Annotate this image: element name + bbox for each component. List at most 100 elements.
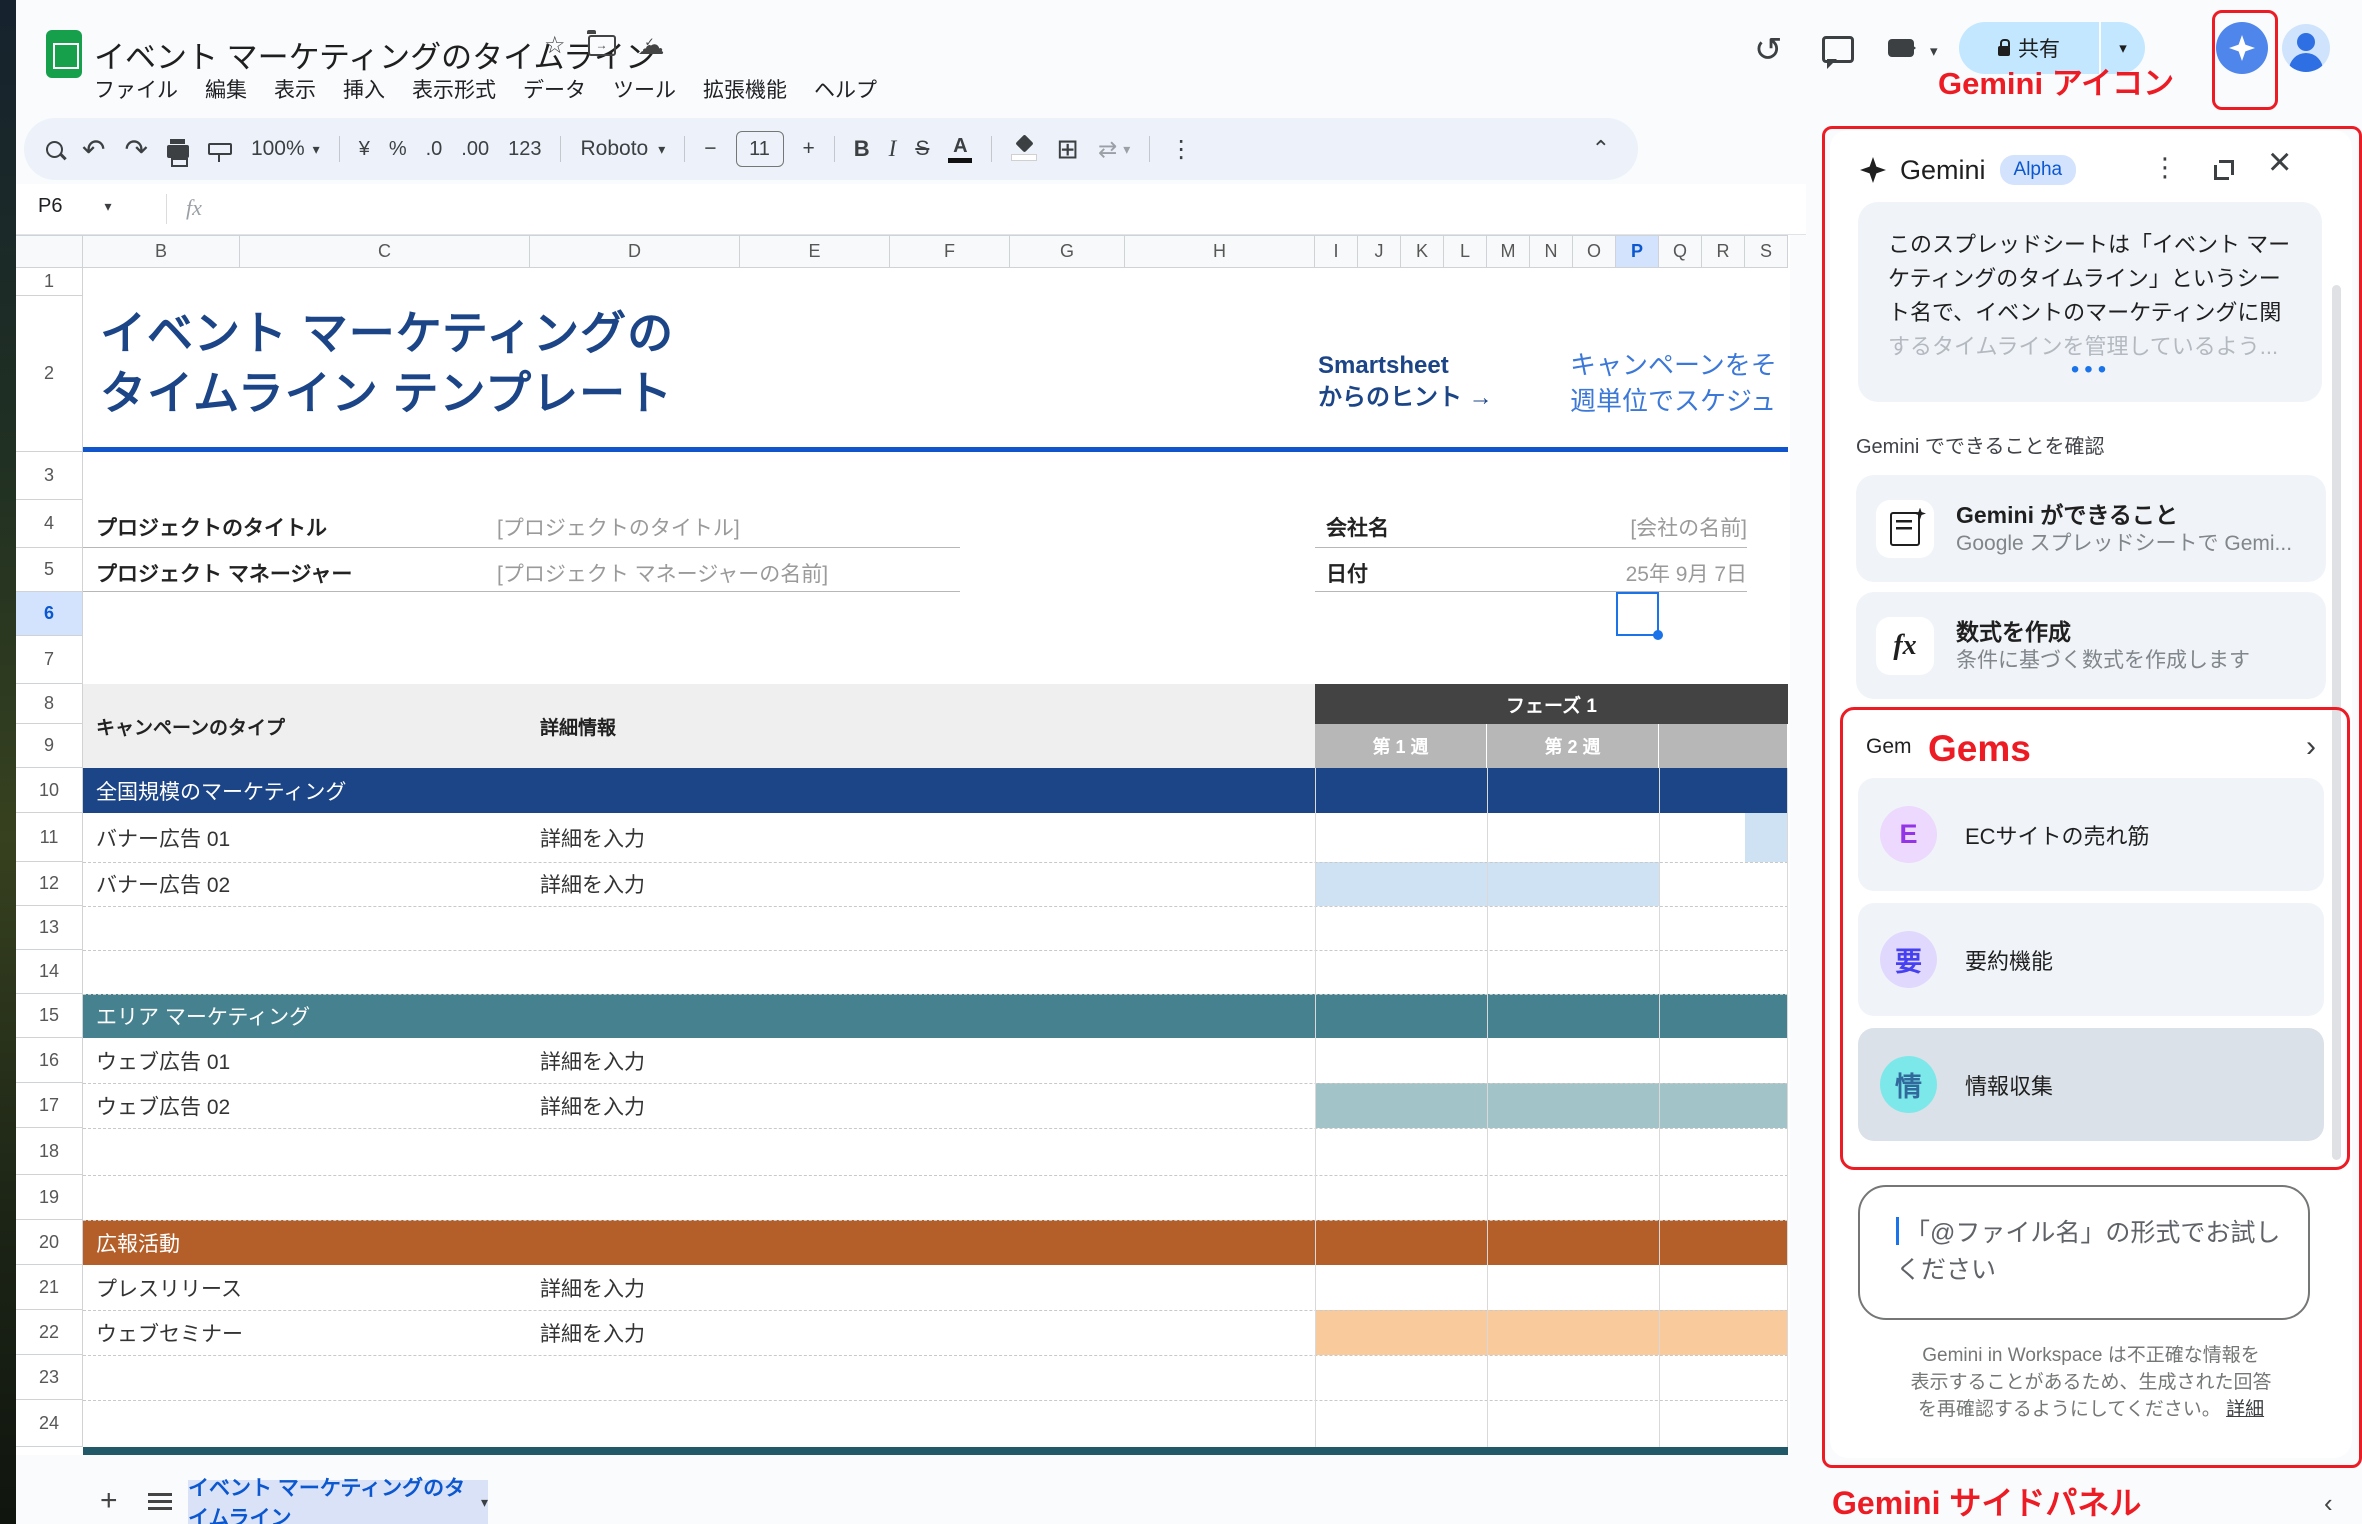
- row-header-22[interactable]: 22: [16, 1310, 83, 1355]
- decrease-font-size-button[interactable]: −: [704, 137, 716, 161]
- merge-cells-button[interactable]: ⇄▾: [1098, 136, 1130, 163]
- section-area-marketing: エリア マーケティング: [83, 994, 1788, 1038]
- column-header-G[interactable]: G: [1010, 235, 1125, 268]
- row-header-21[interactable]: 21: [16, 1265, 83, 1310]
- video-call-icon[interactable]: [1888, 39, 1914, 57]
- spreadsheet-grid[interactable]: B C D E F G H I J K L M N O P Q R S 1 2 …: [16, 235, 1790, 1455]
- menu-file[interactable]: ファイル: [94, 74, 178, 104]
- redo-button[interactable]: ↷: [124, 133, 147, 166]
- column-header-M[interactable]: M: [1487, 235, 1530, 268]
- video-call-dropdown-icon[interactable]: ▾: [1930, 42, 1938, 60]
- number-format-button[interactable]: 123: [508, 138, 541, 161]
- row-header-5[interactable]: 5: [16, 548, 83, 592]
- collapse-toolbar-icon[interactable]: ⌃: [1592, 136, 1610, 162]
- row-header-4[interactable]: 4: [16, 500, 83, 548]
- menu-edit[interactable]: 編集: [205, 74, 247, 104]
- menu-view[interactable]: 表示: [274, 74, 316, 104]
- column-header-L[interactable]: L: [1444, 235, 1487, 268]
- row-header-11[interactable]: 11: [16, 813, 83, 862]
- menu-tools[interactable]: ツール: [613, 74, 676, 104]
- app-header: イベント マーケティングのタイムライン ☆ → ☁✓ ファイル 編集 表示 挿入…: [16, 0, 2362, 114]
- row-header-17[interactable]: 17: [16, 1083, 83, 1128]
- decrease-decimal-button[interactable]: .0: [426, 138, 443, 161]
- menu-format[interactable]: 表示形式: [412, 74, 496, 104]
- version-history-icon[interactable]: ↺: [1754, 30, 1783, 70]
- row-header-16[interactable]: 16: [16, 1038, 83, 1083]
- strikethrough-button[interactable]: S: [915, 137, 929, 161]
- fill-color-button[interactable]: [1011, 137, 1037, 161]
- print-button[interactable]: [167, 145, 189, 158]
- fill-handle[interactable]: [1653, 630, 1663, 640]
- row-header-24[interactable]: 24: [16, 1400, 83, 1447]
- row-header-20[interactable]: 20: [16, 1220, 83, 1265]
- undo-button[interactable]: ↶: [82, 133, 105, 166]
- column-header-K[interactable]: K: [1401, 235, 1444, 268]
- row-header-3[interactable]: 3: [16, 452, 83, 500]
- row-item-name: バナー広告 02: [96, 862, 230, 906]
- menu-insert[interactable]: 挿入: [343, 74, 385, 104]
- borders-button[interactable]: ⊞: [1056, 134, 1079, 165]
- column-header-R[interactable]: R: [1702, 235, 1745, 268]
- sheets-logo-icon[interactable]: [46, 30, 82, 78]
- selected-cell-P6[interactable]: [1616, 592, 1659, 636]
- font-size-input[interactable]: 11: [736, 131, 784, 167]
- column-header-B[interactable]: B: [83, 235, 240, 268]
- check-icon: ✓: [645, 35, 655, 49]
- row-item-detail: 詳細を入力: [540, 1265, 645, 1310]
- column-header-I[interactable]: I: [1315, 235, 1358, 268]
- search-icon[interactable]: [46, 141, 63, 158]
- column-header-D[interactable]: D: [530, 235, 740, 268]
- row-header-14[interactable]: 14: [16, 950, 83, 994]
- menu-data[interactable]: データ: [523, 74, 586, 104]
- row-header-15[interactable]: 15: [16, 994, 83, 1038]
- name-box[interactable]: P6▾: [38, 195, 148, 218]
- cloud-status-icon[interactable]: ☁✓: [638, 30, 665, 61]
- column-header-F[interactable]: F: [890, 235, 1010, 268]
- active-sheet-tab[interactable]: イベント マーケティングのタイムライン ▾: [188, 1480, 488, 1524]
- percent-format-button[interactable]: %: [389, 138, 407, 161]
- row-header-23[interactable]: 23: [16, 1355, 83, 1400]
- row-header-13[interactable]: 13: [16, 906, 83, 950]
- row-header-2[interactable]: 2: [16, 296, 83, 452]
- paint-format-button[interactable]: [208, 143, 232, 155]
- move-folder-icon[interactable]: →: [588, 35, 616, 56]
- column-header-S[interactable]: S: [1745, 235, 1788, 268]
- grid-corner[interactable]: [16, 235, 83, 268]
- increase-font-size-button[interactable]: +: [803, 137, 815, 161]
- comment-icon[interactable]: [1822, 36, 1854, 63]
- row-header-8[interactable]: 8: [16, 684, 83, 724]
- row-header-18[interactable]: 18: [16, 1128, 83, 1175]
- column-header-N[interactable]: N: [1530, 235, 1573, 268]
- font-select[interactable]: Roboto▾: [580, 137, 665, 161]
- row-header-19[interactable]: 19: [16, 1175, 83, 1220]
- column-header-C[interactable]: C: [240, 235, 530, 268]
- increase-decimal-button[interactable]: .00: [461, 138, 489, 161]
- all-sheets-icon[interactable]: [148, 1493, 172, 1510]
- sheets-grid-icon: [53, 43, 79, 69]
- hide-side-panel-icon[interactable]: ‹: [2324, 1488, 2333, 1519]
- italic-button[interactable]: I: [889, 136, 897, 162]
- menu-help[interactable]: ヘルプ: [814, 74, 877, 104]
- star-icon[interactable]: ☆: [544, 31, 566, 60]
- user-avatar[interactable]: [2282, 24, 2330, 72]
- row-header-1[interactable]: 1: [16, 268, 83, 296]
- column-header-O[interactable]: O: [1573, 235, 1616, 268]
- row-header-10[interactable]: 10: [16, 768, 83, 813]
- row-header-9[interactable]: 9: [16, 724, 83, 768]
- menu-extensions[interactable]: 拡張機能: [703, 74, 787, 104]
- currency-format-button[interactable]: ¥: [359, 138, 370, 161]
- column-header-E[interactable]: E: [740, 235, 890, 268]
- zoom-select[interactable]: 100%▾: [251, 137, 320, 161]
- column-header-J[interactable]: J: [1358, 235, 1401, 268]
- project-title-label: プロジェクトのタイトル: [96, 512, 327, 542]
- column-header-H[interactable]: H: [1125, 235, 1315, 268]
- add-sheet-button[interactable]: +: [100, 1484, 118, 1518]
- column-header-Q[interactable]: Q: [1659, 235, 1702, 268]
- column-header-P-selected[interactable]: P: [1616, 235, 1659, 268]
- row-header-6-selected[interactable]: 6: [16, 592, 83, 636]
- bold-button[interactable]: B: [854, 136, 870, 162]
- row-header-12[interactable]: 12: [16, 862, 83, 906]
- more-options-button[interactable]: ⋮: [1169, 135, 1193, 164]
- row-header-7[interactable]: 7: [16, 636, 83, 684]
- text-color-button[interactable]: A: [948, 136, 972, 163]
